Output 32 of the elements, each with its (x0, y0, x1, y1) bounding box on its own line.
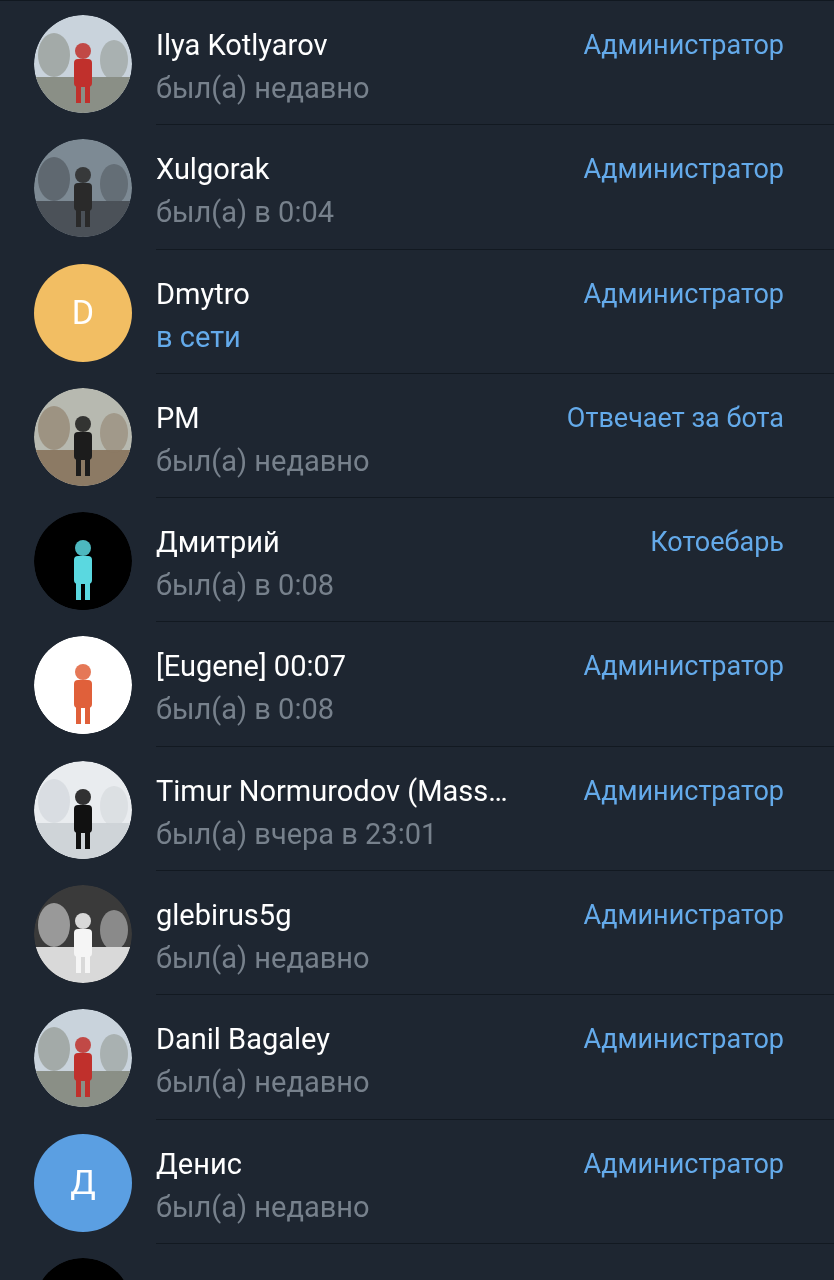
member-role: Администратор (582, 152, 784, 188)
member-status: был(а) недавно (156, 442, 371, 480)
member-status: был(а) недавно (156, 940, 371, 978)
member-role: Администратор (582, 898, 784, 934)
member-name: [Eugene] 00:07 (156, 648, 348, 686)
avatar: D (34, 263, 132, 362)
avatar: Д (34, 1133, 132, 1232)
member-name: PM (156, 399, 201, 437)
member-status: был(а) вчера в 23:01 (156, 815, 439, 853)
member-role: Котоебарь (649, 525, 784, 561)
member-status: был(а) недавно (156, 1064, 371, 1102)
member-status: был(а) недавно (156, 1188, 371, 1226)
member-role: Администратор (582, 1022, 784, 1058)
member-name: Xulgorak (156, 151, 271, 189)
member-role: Администратор (582, 28, 784, 63)
member-role: Администратор (582, 773, 784, 809)
member-role: Администратор (582, 1146, 784, 1182)
member-name: Timur Normurodov (Mass… (156, 772, 509, 810)
member-name: Денис (156, 1145, 243, 1183)
member-name: glebirus5g (156, 897, 293, 935)
member-role: Администратор (582, 276, 784, 312)
member-name: Dmytro (156, 275, 251, 313)
member-status: в сети (156, 318, 242, 356)
member-name: Ilya Kotlyarov (156, 27, 329, 64)
member-status: был(а) недавно (156, 70, 371, 107)
member-name: Дмитрий (156, 524, 281, 562)
member-status: был(а) в 0:08 (156, 567, 335, 605)
member-role: Отвечает за бота (565, 400, 784, 436)
member-status: был(а) в 0:04 (156, 194, 335, 232)
member-role: Администратор (582, 649, 784, 685)
member-name: Danil Bagaley (156, 1021, 331, 1059)
member-status: был(а) в 0:08 (156, 691, 335, 729)
